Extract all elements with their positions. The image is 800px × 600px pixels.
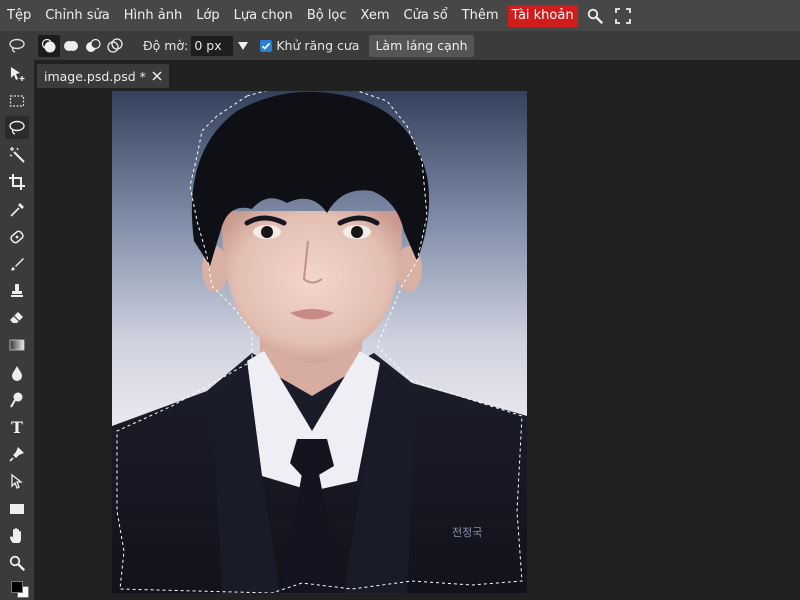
dodge-tool-icon[interactable]	[0, 386, 34, 413]
menu-view[interactable]: Xem	[354, 0, 397, 31]
refine-edge-button[interactable]: Làm láng cạnh	[369, 34, 474, 57]
spot-healing-tool-icon[interactable]	[0, 223, 34, 250]
menu-more[interactable]: Thêm	[455, 0, 506, 31]
gradient-tool-icon[interactable]	[0, 332, 34, 359]
document-tab-title: image.psd.psd *	[44, 68, 146, 84]
fullscreen-icon[interactable]	[612, 5, 634, 27]
color-swatches[interactable]	[0, 577, 34, 598]
brush-tool-icon[interactable]	[0, 250, 34, 277]
shape-tool-icon[interactable]	[0, 495, 34, 522]
antialias-label: Khử răng cưa	[276, 38, 360, 53]
account-button[interactable]: Tài khoản	[507, 4, 578, 27]
menu-layer[interactable]: Lớp	[189, 0, 226, 31]
menu-filter[interactable]: Bộ lọc	[300, 0, 354, 31]
menu-select[interactable]: Lựa chọn	[227, 0, 300, 31]
move-tool-icon[interactable]	[0, 60, 34, 87]
tool-panel: T	[0, 60, 34, 600]
document-tab-strip: image.psd.psd *	[34, 60, 800, 90]
options-bar: Độ mờ: Khử răng cưa Làm láng cạnh	[0, 31, 800, 60]
document-canvas[interactable]: 전정국	[112, 91, 527, 593]
menu-window[interactable]: Cửa sổ	[397, 0, 455, 31]
new-selection-icon[interactable]	[38, 34, 60, 57]
antialias-checkbox[interactable]: Khử răng cưa	[260, 38, 359, 53]
path-select-tool-icon[interactable]	[0, 468, 34, 495]
intersect-selection-icon[interactable]	[104, 35, 126, 57]
pen-tool-icon[interactable]	[0, 441, 34, 468]
type-tool-glyph: T	[11, 417, 23, 437]
hand-tool-icon[interactable]	[0, 522, 34, 549]
type-tool-icon[interactable]: T	[0, 413, 34, 440]
name-tag-text: 전정국	[452, 526, 482, 539]
close-icon[interactable]	[151, 70, 163, 82]
checkbox-checked-icon[interactable]	[260, 39, 273, 52]
eraser-tool-icon[interactable]	[0, 305, 34, 332]
portrait-photo: 전정국	[112, 91, 527, 593]
clone-stamp-tool-icon[interactable]	[0, 278, 34, 305]
blur-tool-icon[interactable]	[0, 359, 34, 386]
lasso-icon	[6, 35, 28, 57]
menu-bar: Tệp Chỉnh sửa Hình ảnh Lớp Lựa chọn Bộ l…	[0, 0, 800, 31]
zoom-tool-icon[interactable]	[0, 549, 34, 576]
add-to-selection-icon[interactable]	[60, 35, 82, 57]
search-icon[interactable]	[584, 5, 606, 27]
menu-file[interactable]: Tệp	[0, 0, 38, 31]
selection-mode-group	[38, 34, 126, 57]
crop-tool-icon[interactable]	[0, 169, 34, 196]
magic-wand-tool-icon[interactable]	[0, 142, 34, 169]
chevron-down-icon[interactable]	[236, 36, 250, 56]
menu-image[interactable]: Hình ảnh	[117, 0, 189, 31]
document-tab[interactable]: image.psd.psd *	[37, 64, 169, 88]
lasso-tool-icon[interactable]	[0, 114, 34, 141]
feather-input[interactable]	[191, 35, 234, 56]
marquee-tool-icon[interactable]	[0, 87, 34, 114]
feather-label: Độ mờ:	[143, 38, 189, 53]
foreground-color-swatch[interactable]	[11, 580, 23, 593]
eyedropper-tool-icon[interactable]	[0, 196, 34, 223]
menu-edit[interactable]: Chỉnh sửa	[38, 0, 117, 31]
subtract-selection-icon[interactable]	[82, 35, 104, 57]
